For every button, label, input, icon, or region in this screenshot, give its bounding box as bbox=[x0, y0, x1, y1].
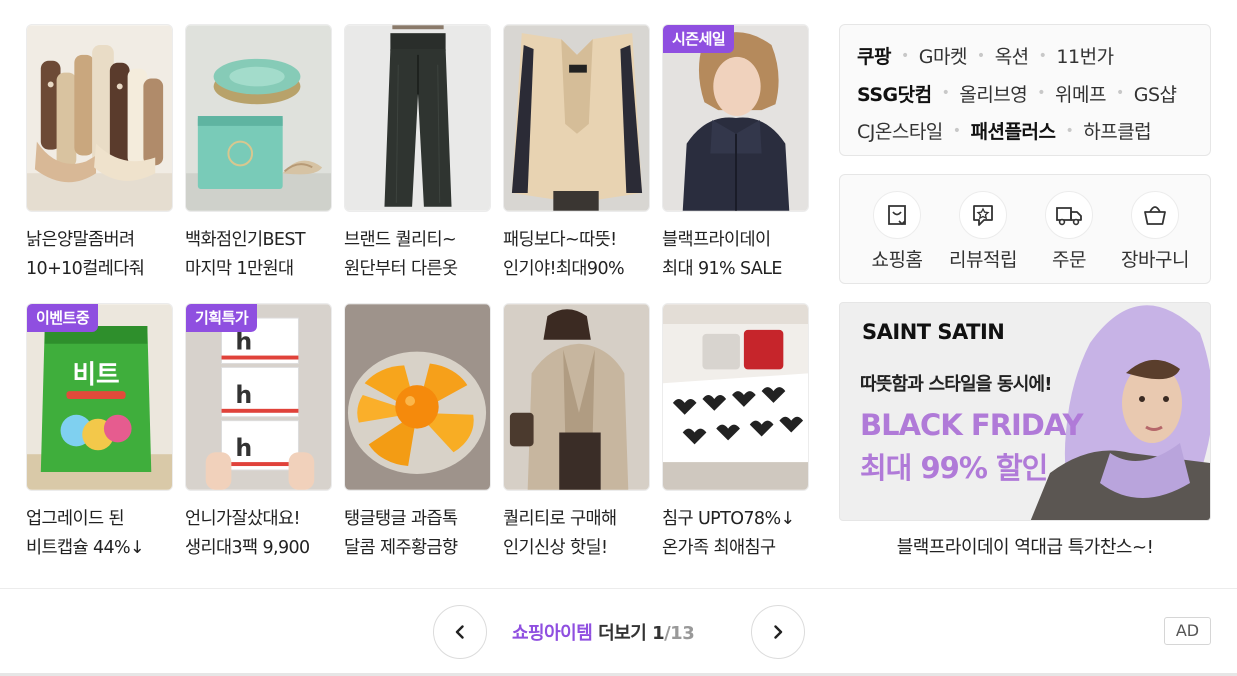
banner-headline: BLACK FRIDAY bbox=[860, 408, 1084, 442]
chevron-left-icon bbox=[455, 625, 464, 639]
season-sale-badge: 시즌세일 bbox=[663, 25, 735, 53]
special-offer-badge: 기획특가 bbox=[186, 304, 258, 332]
next-page-button[interactable] bbox=[751, 605, 805, 659]
product-image-black-pants[interactable] bbox=[344, 24, 491, 212]
product-image-fleece-jacket-model[interactable]: 시즌세일 bbox=[662, 24, 809, 212]
product-item[interactable]: 퀄리티로 구매해 인기신상 핫딜! bbox=[503, 303, 650, 563]
quick-link-orders[interactable]: 주문 bbox=[1024, 191, 1114, 272]
product-caption[interactable]: 패딩보다~따뜻! 인기야!최대90% bbox=[503, 226, 650, 284]
product-caption[interactable]: 퀄리티로 구매해 인기신상 핫딜! bbox=[503, 505, 650, 563]
product-item[interactable]: 브랜드 퀄리티~ 원단부터 다른옷 bbox=[344, 24, 491, 284]
page-total: /13 bbox=[664, 623, 695, 644]
svg-text:h: h bbox=[235, 381, 252, 409]
divider bbox=[0, 588, 1237, 589]
mall-link-auction[interactable]: 옥션 bbox=[995, 42, 1029, 69]
mall-link-gmarket[interactable]: G마켓 bbox=[919, 42, 968, 69]
product-image-oranges[interactable] bbox=[344, 303, 491, 491]
mall-row: SSG닷컴 • 올리브영 • 위메프 • GS샵 bbox=[857, 75, 1210, 113]
banner-subtitle: 따뜻함과 스타일을 동시에! bbox=[860, 374, 1053, 395]
basket-icon bbox=[1131, 191, 1179, 239]
product-image-wool-jacket[interactable] bbox=[503, 303, 650, 491]
mall-link-wemakeprice[interactable]: 위메프 bbox=[1055, 80, 1106, 107]
ad-label[interactable]: AD bbox=[1164, 617, 1211, 645]
banner-caption[interactable]: 블랙프라이데이 역대급 특가찬스~! bbox=[839, 533, 1211, 559]
event-badge: 이벤트중 bbox=[27, 304, 99, 332]
mall-link-halfclub[interactable]: 하프클럽 bbox=[1083, 117, 1151, 144]
product-item[interactable]: h h h 기획특가 언니가잘샀대요! 생리대3팩 9,900 bbox=[185, 303, 332, 563]
banner-brand: SAINT SATIN bbox=[862, 320, 1005, 344]
mall-link-oliveyoung[interactable]: 올리브영 bbox=[959, 80, 1027, 107]
mall-row: CJ온스타일 • 패션플러스 • 하프클럽 bbox=[857, 112, 1210, 150]
quick-link-cart[interactable]: 장바구니 bbox=[1110, 191, 1200, 272]
quick-links: 쇼핑홈 리뷰적립 주문 장바구니 bbox=[839, 174, 1211, 284]
product-item[interactable]: 탱글탱글 과즙톡 달콤 제주황금향 bbox=[344, 303, 491, 563]
mall-link-11st[interactable]: 11번가 bbox=[1056, 42, 1114, 69]
product-image-pad-boxes[interactable]: h h h 기획특가 bbox=[185, 303, 332, 491]
product-item[interactable]: 패딩보다~따뜻! 인기야!최대90% bbox=[503, 24, 650, 284]
mall-link-gsshop[interactable]: GS샵 bbox=[1134, 80, 1177, 107]
product-caption[interactable]: 브랜드 퀄리티~ 원단부터 다른옷 bbox=[344, 226, 491, 284]
review-star-icon bbox=[959, 191, 1007, 239]
mall-link-fashionplus[interactable]: 패션플러스 bbox=[971, 117, 1056, 144]
delivery-truck-icon bbox=[1045, 191, 1093, 239]
product-caption[interactable]: 업그레이드 된 비트캡슐 44%↓ bbox=[26, 505, 173, 563]
quick-link-shopping-home[interactable]: 쇼핑홈 bbox=[852, 191, 942, 272]
product-item[interactable]: 침구 UPTO78%↓ 온가족 최애침구 bbox=[662, 303, 809, 563]
mall-link-ssg[interactable]: SSG닷컴 bbox=[857, 80, 932, 107]
svg-text:비트: 비트 bbox=[72, 360, 119, 390]
product-caption[interactable]: 침구 UPTO78%↓ 온가족 최애침구 bbox=[662, 505, 809, 563]
product-caption[interactable]: 백화점인기BEST 마지막 1만원대 bbox=[185, 226, 332, 284]
product-image-detergent-pack[interactable]: 비트 이벤트중 bbox=[26, 303, 173, 491]
product-item[interactable]: 백화점인기BEST 마지막 1만원대 bbox=[185, 24, 332, 284]
product-item[interactable]: 낡은양말좀버려 10+10컬레다줘 bbox=[26, 24, 173, 284]
shopping-bag-icon bbox=[873, 191, 921, 239]
prev-page-button[interactable] bbox=[433, 605, 487, 659]
quick-link-review-points[interactable]: 리뷰적립 bbox=[938, 191, 1028, 272]
shopping-mall-links: 쿠팡 • G마켓 • 옥션 • 11번가 SSG닷컴 • 올리브영 • 위메프 • GS샵 … bbox=[839, 24, 1211, 156]
product-caption[interactable]: 낡은양말좀버려 10+10컬레다줘 bbox=[26, 226, 173, 284]
product-item[interactable]: 비트 이벤트중 업그레이드 된 비트캡슐 44%↓ bbox=[26, 303, 173, 563]
mall-link-coupang[interactable]: 쿠팡 bbox=[857, 42, 891, 69]
mall-row: 쿠팡 • G마켓 • 옥션 • 11번가 bbox=[857, 37, 1210, 75]
page-current: 1 bbox=[652, 623, 665, 644]
mall-link-cjonstyle[interactable]: CJ온스타일 bbox=[857, 117, 943, 144]
promo-banner[interactable]: SAINT SATIN 따뜻함과 스타일을 동시에! BLACK FRIDAY … bbox=[839, 302, 1211, 521]
chevron-right-icon bbox=[774, 625, 783, 639]
svg-text:h: h bbox=[235, 434, 252, 462]
more-shopping-items[interactable]: 쇼핑아이템 더보기 1/13 bbox=[512, 619, 695, 645]
product-item[interactable]: 시즌세일 블랙프라이데이 최대 91% SALE bbox=[662, 24, 809, 284]
product-caption[interactable]: 언니가잘샀대요! 생리대3팩 9,900 bbox=[185, 505, 332, 563]
product-caption[interactable]: 블랙프라이데이 최대 91% SALE bbox=[662, 226, 809, 284]
product-image-socks[interactable] bbox=[26, 24, 173, 212]
product-image-cushion-compact[interactable] bbox=[185, 24, 332, 212]
banner-discount: 최대 99% 할인 bbox=[860, 451, 1048, 485]
product-image-sofa-cover[interactable] bbox=[662, 303, 809, 491]
product-caption[interactable]: 탱글탱글 과즙톡 달콤 제주황금향 bbox=[344, 505, 491, 563]
product-image-fleece-coat[interactable] bbox=[503, 24, 650, 212]
